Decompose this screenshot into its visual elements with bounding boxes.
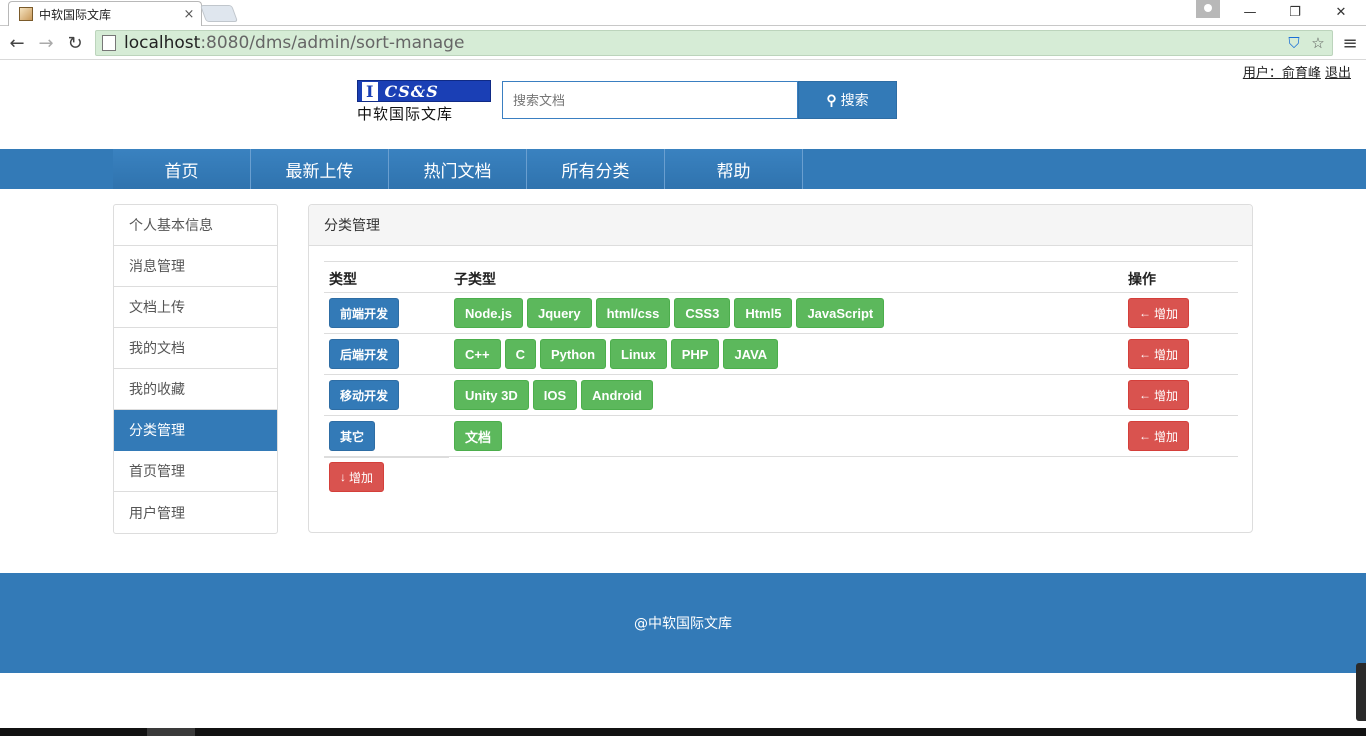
- os-taskbar: [0, 728, 1366, 736]
- search-input[interactable]: [502, 81, 798, 119]
- nav-item-latest[interactable]: 最新上传: [251, 149, 389, 189]
- search-form: ⚲ 搜索: [502, 81, 897, 119]
- search-icon: ⚲: [826, 91, 837, 108]
- site-logo[interactable]: I CS&S 中软国际文库: [357, 80, 491, 123]
- sidebar: 个人基本信息 消息管理 文档上传 我的文档 我的收藏 分类管理 首页管理 用户管…: [113, 204, 278, 534]
- search-button[interactable]: ⚲ 搜索: [798, 81, 897, 119]
- subtype-button[interactable]: PHP: [670, 339, 720, 369]
- sidebar-item-sort-manage[interactable]: 分类管理: [114, 410, 277, 451]
- add-type-button[interactable]: ↓ 增加: [329, 462, 385, 492]
- add-subtype-button[interactable]: ← 增加: [1128, 380, 1190, 410]
- sort-manage-panel: 分类管理 类型 子类型 操作 前端开发 Node.js Jquery html/css…: [308, 204, 1253, 533]
- sidebar-item-messages[interactable]: 消息管理: [114, 246, 277, 287]
- sidebar-item-profile[interactable]: 个人基本信息: [114, 205, 277, 246]
- arrow-left-icon: ←: [1139, 388, 1151, 402]
- subtype-button[interactable]: C++: [454, 339, 501, 369]
- address-bar[interactable]: localhost:8080/dms/admin/sort-manage ⛉ ☆: [95, 30, 1333, 56]
- sidebar-item-favorites[interactable]: 我的收藏: [114, 369, 277, 410]
- category-table: 类型 子类型 操作 前端开发 Node.js Jquery html/css CSS3 H…: [324, 261, 1238, 498]
- subtype-button[interactable]: Unity 3D: [454, 380, 529, 410]
- main-nav: 首页 最新上传 热门文档 所有分类 帮助: [0, 149, 1366, 189]
- footer-text: @中软国际文库: [634, 616, 732, 632]
- user-link[interactable]: 用户：俞育峰: [1243, 66, 1321, 81]
- minimize-button[interactable]: —: [1228, 0, 1272, 24]
- table-row: 前端开发 Node.js Jquery html/css CSS3 Html5 JavaSc…: [324, 293, 1238, 334]
- sidebar-item-my-docs[interactable]: 我的文档: [114, 328, 277, 369]
- arrow-left-icon: ←: [1139, 429, 1151, 443]
- table-row: 其它 文档 ← 增加: [324, 416, 1238, 457]
- user-bar: 用户：俞育峰 退出: [1243, 62, 1351, 81]
- site-favicon-icon: [19, 7, 33, 21]
- header-subtype: 子类型: [454, 272, 496, 288]
- subtype-button[interactable]: Node.js: [454, 298, 523, 328]
- tab-close-icon[interactable]: ×: [181, 7, 197, 22]
- subtype-button[interactable]: JavaScript: [796, 298, 885, 328]
- forward-icon[interactable]: →: [35, 32, 57, 54]
- restore-button[interactable]: ❐: [1273, 0, 1317, 24]
- browser-toolbar: ← → ↻ localhost:8080/dms/admin/sort-mana…: [0, 27, 1366, 60]
- reload-icon[interactable]: ↻: [64, 32, 86, 54]
- subtype-button[interactable]: Jquery: [526, 298, 592, 328]
- category-type-button[interactable]: 后端开发: [329, 339, 400, 369]
- arrow-left-icon: ←: [1139, 347, 1151, 361]
- url-text[interactable]: localhost:8080/dms/admin/sort-manage: [124, 33, 1284, 53]
- browser-tabbar: 中软国际文库 × — ❐ ✕: [0, 0, 1366, 26]
- nav-item-hot[interactable]: 热门文档: [389, 149, 527, 189]
- category-type-button[interactable]: 移动开发: [329, 380, 400, 410]
- footer: @中软国际文库: [0, 573, 1366, 673]
- category-type-button[interactable]: 前端开发: [329, 298, 400, 328]
- nav-item-help[interactable]: 帮助: [665, 149, 803, 189]
- browser-tab[interactable]: 中软国际文库 ×: [8, 1, 202, 26]
- subtype-button[interactable]: C: [504, 339, 536, 369]
- volume-meter: [1356, 663, 1366, 721]
- subtype-button[interactable]: IOS: [532, 380, 578, 410]
- back-icon[interactable]: ←: [6, 32, 28, 54]
- subtype-button[interactable]: Android: [581, 380, 653, 410]
- nav-item-home[interactable]: 首页: [113, 149, 251, 189]
- profile-icon[interactable]: [1196, 0, 1220, 18]
- table-row: 后端开发 C++ C Python Linux PHP JAVA ← 增加: [324, 334, 1238, 375]
- shield-icon[interactable]: ⛉: [1284, 34, 1304, 52]
- sidebar-item-upload[interactable]: 文档上传: [114, 287, 277, 328]
- subtype-button[interactable]: Python: [539, 339, 607, 369]
- subtype-button[interactable]: html/css: [595, 298, 671, 328]
- tab-title: 中软国际文库: [39, 7, 112, 22]
- subtype-button[interactable]: Linux: [610, 339, 667, 369]
- add-type-row: ↓ 增加: [324, 457, 1238, 498]
- table-header: 类型 子类型 操作: [324, 261, 1238, 293]
- page-icon: [102, 35, 116, 51]
- new-tab-button[interactable]: [199, 5, 239, 22]
- subtype-button[interactable]: CSS3: [674, 298, 731, 328]
- category-type-button[interactable]: 其它: [329, 421, 376, 451]
- table-row: 移动开发 Unity 3D IOS Android ← 增加: [324, 375, 1238, 416]
- arrow-left-icon: ←: [1139, 306, 1151, 320]
- sidebar-item-user-manage[interactable]: 用户管理: [114, 492, 277, 533]
- arrow-down-icon: ↓: [340, 470, 346, 484]
- add-subtype-button[interactable]: ← 增加: [1128, 298, 1190, 328]
- subtype-button[interactable]: 文档: [454, 421, 503, 451]
- header-type: 类型: [329, 272, 357, 288]
- header-action: 操作: [1128, 272, 1156, 288]
- star-icon[interactable]: ☆: [1308, 34, 1328, 52]
- add-subtype-button[interactable]: ← 增加: [1128, 339, 1190, 369]
- window-close-button[interactable]: ✕: [1318, 0, 1364, 24]
- sidebar-item-home-manage[interactable]: 首页管理: [114, 451, 277, 492]
- panel-title: 分类管理: [309, 205, 1252, 246]
- subtype-button[interactable]: JAVA: [723, 339, 779, 369]
- menu-icon[interactable]: ≡: [1341, 33, 1359, 54]
- subtype-button[interactable]: Html5: [734, 298, 793, 328]
- logout-link[interactable]: 退出: [1325, 66, 1351, 81]
- add-subtype-button[interactable]: ← 增加: [1128, 421, 1190, 451]
- nav-item-categories[interactable]: 所有分类: [527, 149, 665, 189]
